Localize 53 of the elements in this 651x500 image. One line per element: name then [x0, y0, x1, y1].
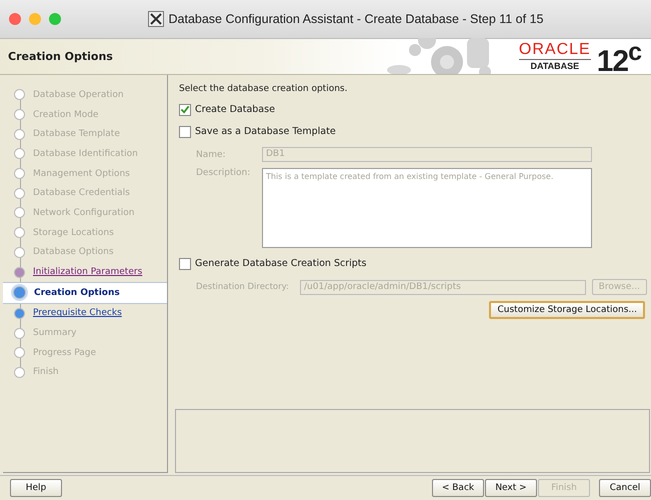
step-item: Creation Mode [3, 104, 167, 124]
step-item: Database Template [3, 124, 167, 144]
product-label: DATABASE [530, 60, 580, 72]
step-dot-icon [14, 266, 25, 278]
step-item: Finish [3, 362, 167, 382]
step-item: Progress Page [3, 342, 167, 363]
step-dot-icon [14, 246, 25, 258]
wizard-button[interactable]: < Back [432, 479, 484, 497]
wizard-button[interactable]: Next > [485, 479, 537, 497]
step-dot-icon [14, 308, 25, 319]
step-dot-icon [14, 109, 25, 120]
brand-logo-text: ORACLE [518, 42, 591, 60]
step-dot-icon [14, 188, 25, 199]
instruction-text: Select the database creation options. [179, 84, 348, 94]
step-dot-icon [14, 328, 25, 339]
checkbox[interactable] [179, 104, 191, 116]
help-button[interactable]: Help [10, 479, 62, 497]
customize-storage-button[interactable]: Customize Storage Locations... [489, 301, 645, 319]
checkbox[interactable] [179, 126, 191, 138]
step-item: Network Configuration [3, 203, 167, 223]
x11-app-icon [148, 11, 164, 27]
page-title: Creation Options [7, 50, 113, 63]
step-dot-icon [14, 148, 25, 160]
step-dot-icon [14, 89, 25, 100]
checkbox-option[interactable]: Generate Database Creation Scripts [179, 257, 647, 270]
step-dot-icon [14, 227, 25, 238]
step-dot-icon [14, 207, 25, 218]
step-item[interactable]: Creation Options [3, 282, 167, 304]
version-label: 12$^{c}$ [596, 36, 641, 76]
field-label: Name: [196, 150, 227, 160]
step-dot-icon [13, 286, 26, 300]
checkbox[interactable] [179, 258, 191, 270]
step-item: Management Options [3, 164, 167, 184]
zoom-button[interactable] [49, 13, 61, 25]
step-item: Database Credentials [3, 183, 167, 204]
checkbox-option[interactable]: Create Database [179, 103, 647, 116]
close-button[interactable] [9, 13, 21, 25]
step-item[interactable]: Initialization Parameters [3, 262, 167, 282]
step-item: Database Identification [3, 144, 167, 164]
field-label: Destination Directory: [196, 282, 290, 292]
field-label: Description: [196, 168, 252, 178]
step-item: Database Operation [3, 85, 167, 105]
step-dot-icon [14, 347, 25, 358]
step-dot-icon [14, 366, 25, 378]
step-dot-icon [14, 128, 25, 140]
step-item: Database Options [3, 242, 167, 262]
window-title: Database Configuration Assistant - Create Database - Step 11 of 15 [168, 12, 544, 26]
checkbox-option[interactable]: Save as a Database Template [179, 125, 647, 138]
step-dot-icon [14, 168, 25, 180]
step-item[interactable]: Prerequisite Checks [3, 304, 167, 324]
step-item: Storage Locations [3, 222, 167, 242]
wizard-button[interactable]: Cancel [599, 479, 651, 497]
step-item: Summary [3, 323, 167, 343]
